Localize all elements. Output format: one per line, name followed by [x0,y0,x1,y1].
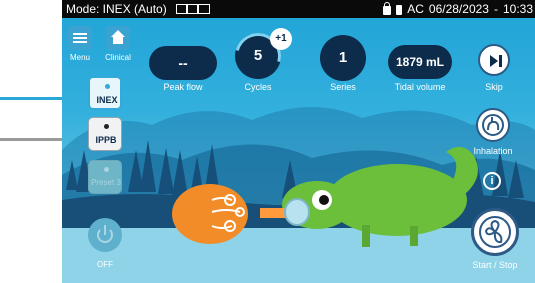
power-source: AC [407,2,424,16]
info-icon[interactable]: i [483,172,501,190]
inhalation-hand-icon [482,114,504,136]
start-stop-label: Start / Stop [472,260,518,270]
cycles-label: Cycles [244,82,272,92]
inhalation-button[interactable] [476,108,510,142]
inhalation-label: Inhalation [473,146,513,156]
status-date: 06/28/2023 [428,2,489,16]
skip-icon [490,55,498,67]
indicator-dot [104,124,109,129]
mode-indicator: Mode: INEX (Auto) [66,2,167,16]
clinical-button[interactable] [106,26,130,50]
mode-ippb-label: IPPB [95,135,117,145]
scenery-illustration [62,107,535,283]
fan-icon [484,219,503,244]
device-screen: Mode: INEX (Auto) AC 06/28/2023 - 10:33 … [62,0,535,283]
battery-icon [176,4,210,14]
mode-ippb-button[interactable]: IPPB [88,117,122,151]
active-indicator-dot [105,84,110,89]
off-label: OFF [97,260,113,269]
annotated-screenshot: Mode: INEX (Auto) AC 06/28/2023 - 10:33 … [0,0,535,283]
lock-icon [383,2,392,15]
series-label: Series [330,82,356,92]
tidal-volume-value: 1879 mL [388,45,452,79]
series-value: 1 [320,35,366,81]
skip-button[interactable] [478,44,510,76]
status-bar: Mode: INEX (Auto) AC 06/28/2023 - 10:33 [62,0,535,18]
home-icon [111,30,125,37]
tidal-volume-label: Tidal volume [394,82,446,92]
power-off-button[interactable] [88,218,122,252]
mode-inex-label: INEX [96,95,118,105]
cycles-increment-badge: +1 [270,28,292,50]
peak-flow-label: Peak flow [163,82,203,92]
power-plug-icon [396,5,403,15]
skip-label: Skip [485,82,503,92]
mode-inex-button[interactable]: INEX [88,76,122,110]
menu-button[interactable] [68,26,92,50]
status-time: 10:33 [502,2,533,16]
menu-label: Menu [69,53,90,62]
peak-flow-value: -- [149,46,217,80]
clinical-label: Clinical [105,53,131,62]
preset-3-label: Preset 3 [91,178,121,187]
preset-3-button[interactable]: Preset 3 [88,160,122,194]
status-right-group: AC 06/28/2023 - 10:33 [383,0,533,18]
indicator-dot [104,167,109,172]
start-stop-button[interactable] [471,208,519,256]
